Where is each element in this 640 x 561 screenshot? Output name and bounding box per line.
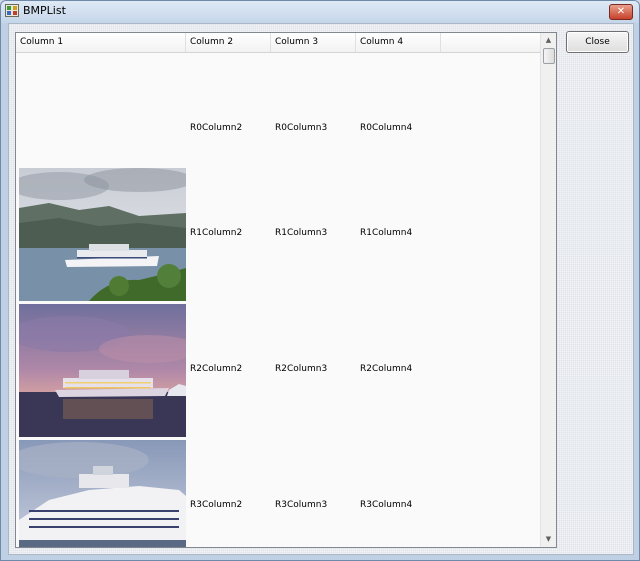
row-cell-col3: R1Column3 xyxy=(275,228,328,238)
row-cell-col2: R3Column2 xyxy=(190,500,243,510)
list-row[interactable]: R0Column2 R0Column3 R0Column4 xyxy=(16,33,540,167)
app-window: BMPList ✕ Column 1 Column 2 Column 3 Col… xyxy=(0,0,640,561)
row-cell-col3: R0Column3 xyxy=(275,123,328,133)
cruise-ship-photo-day xyxy=(19,168,186,301)
close-button[interactable]: Close xyxy=(566,31,629,53)
vertical-scrollbar[interactable]: ▲ ▼ xyxy=(540,33,556,547)
row-cell-col4: R2Column4 xyxy=(360,364,413,374)
cruise-ship-photo-sunset xyxy=(19,304,186,437)
list-row[interactable]: R2Column2 R2Column3 R2Column4 xyxy=(16,302,540,437)
list-view[interactable]: Column 1 Column 2 Column 3 Column 4 R0Co… xyxy=(15,32,557,548)
scroll-up-arrow-icon[interactable]: ▲ xyxy=(541,33,556,48)
client-area: Column 1 Column 2 Column 3 Column 4 R0Co… xyxy=(8,23,634,555)
row-cell-col4: R1Column4 xyxy=(360,228,413,238)
scroll-thumb[interactable] xyxy=(543,48,555,64)
list-app-icon xyxy=(5,4,19,17)
row-cell-col4: R0Column4 xyxy=(360,123,413,133)
list-rows: R0Column2 R0Column3 R0Column4 R1Column2 … xyxy=(16,52,540,547)
row-cell-col2: R1Column2 xyxy=(190,228,243,238)
close-icon[interactable]: ✕ xyxy=(609,4,633,20)
cruise-ship-photo-closeup xyxy=(19,440,186,547)
scroll-down-arrow-icon[interactable]: ▼ xyxy=(541,532,556,547)
title-bar[interactable]: BMPList ✕ xyxy=(1,1,639,23)
row-cell-col2: R2Column2 xyxy=(190,364,243,374)
list-row[interactable]: R1Column2 R1Column3 R1Column4 xyxy=(16,166,540,301)
list-row[interactable]: R3Column2 R3Column3 R3Column4 xyxy=(16,438,540,547)
row-cell-col3: R2Column3 xyxy=(275,364,328,374)
window-title: BMPList xyxy=(23,4,66,17)
row-cell-col3: R3Column3 xyxy=(275,500,328,510)
row-cell-col4: R3Column4 xyxy=(360,500,413,510)
row-cell-col2: R0Column2 xyxy=(190,123,243,133)
